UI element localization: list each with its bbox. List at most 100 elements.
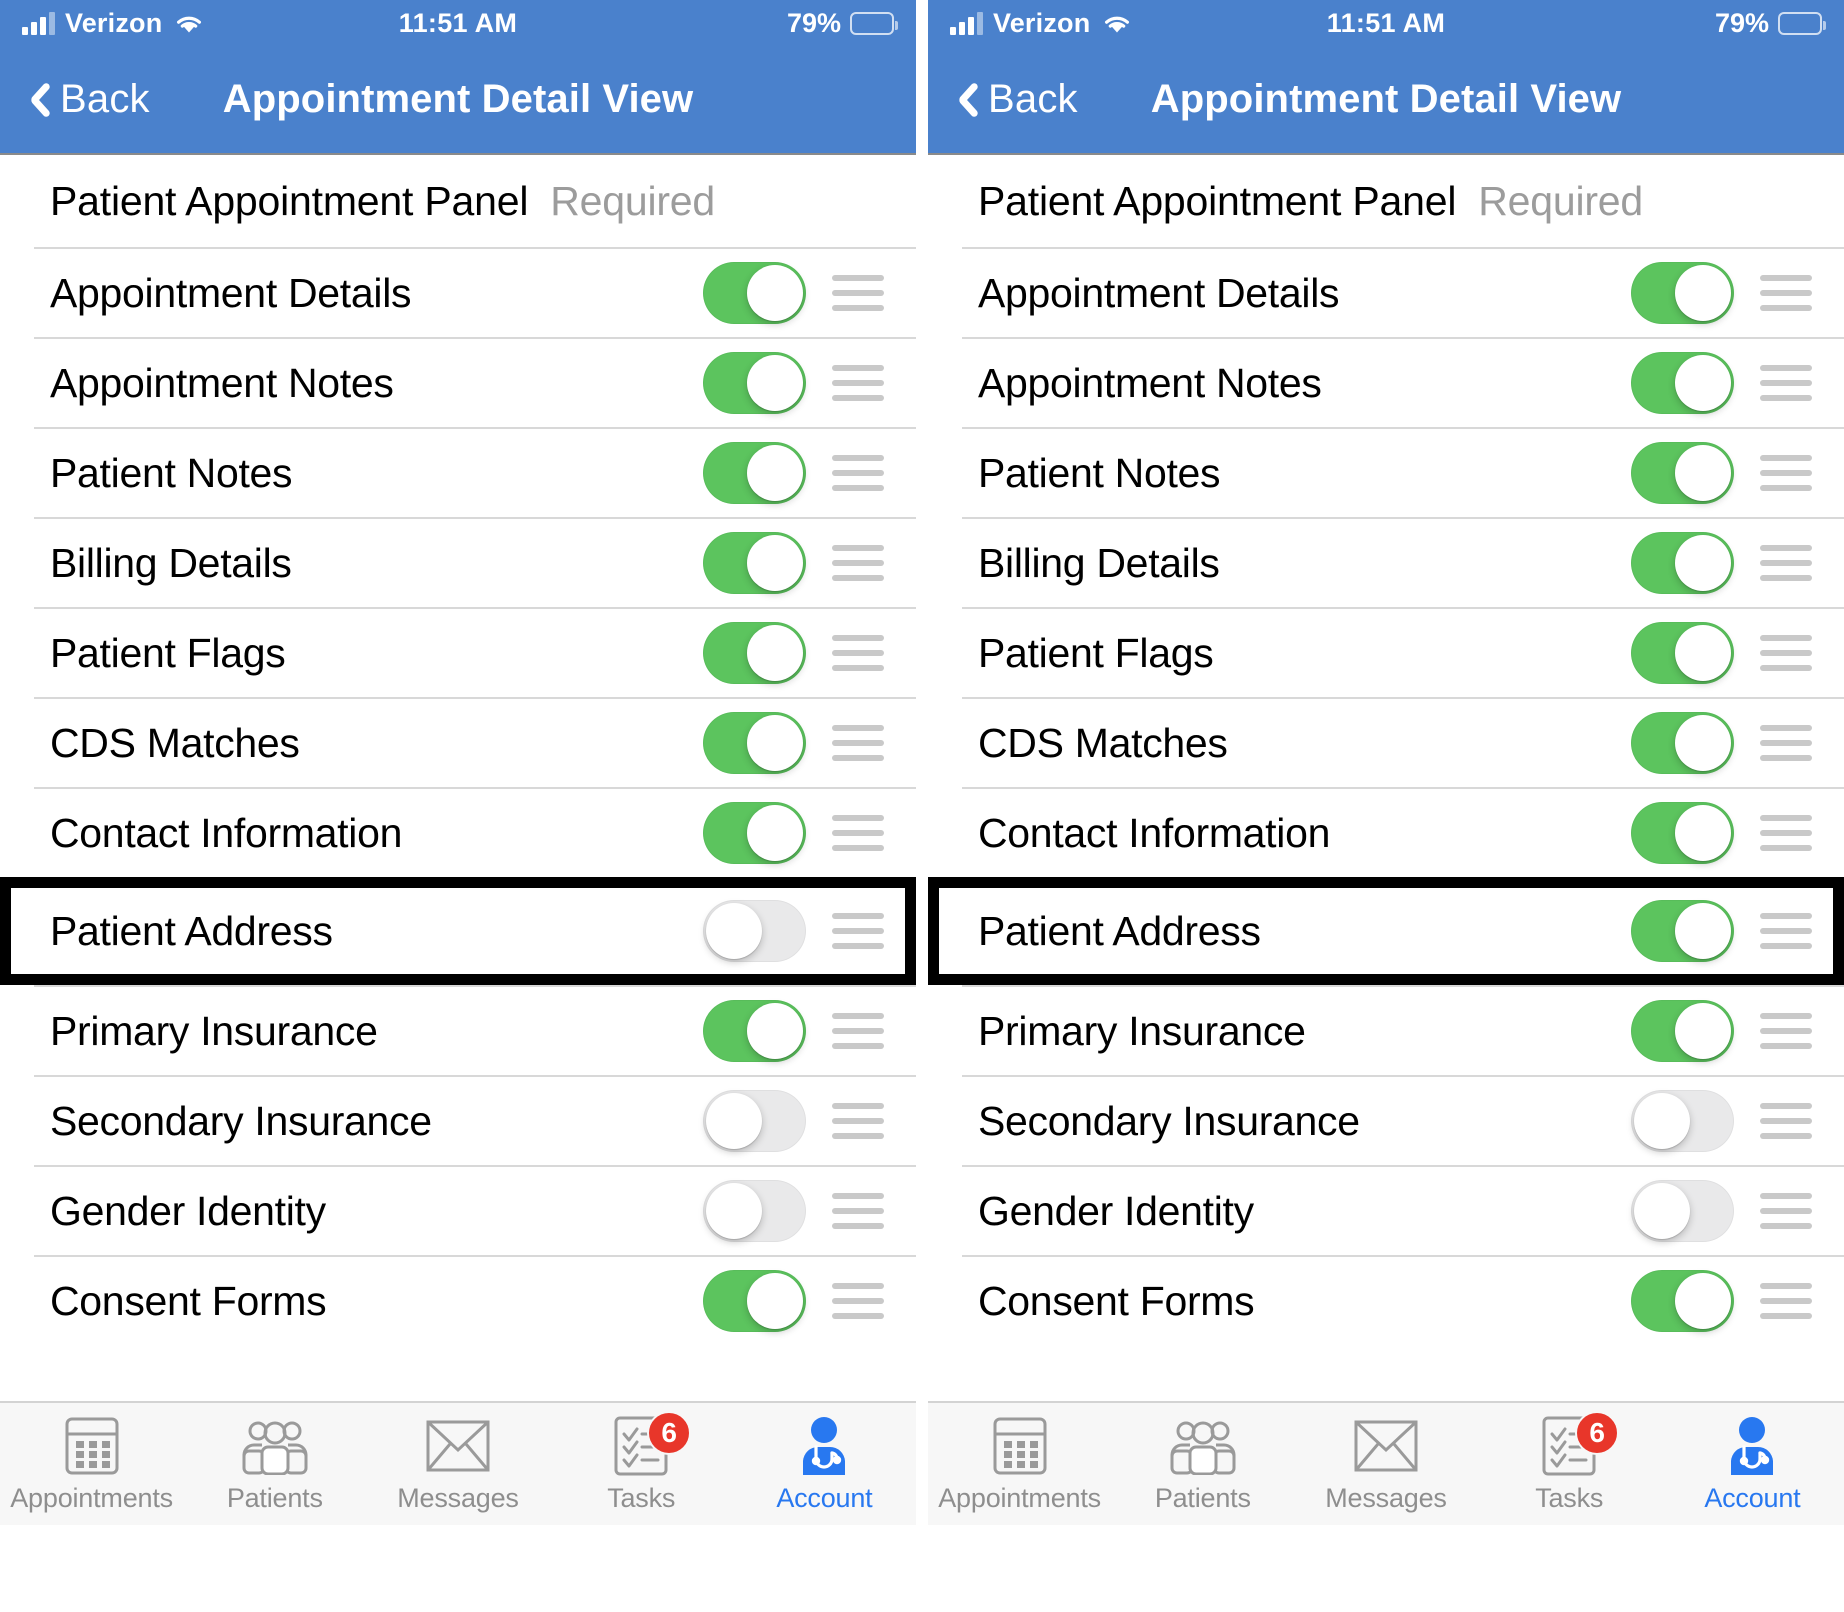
tab-account[interactable]: Account bbox=[733, 1403, 916, 1525]
setting-row-controls bbox=[1631, 532, 1812, 594]
setting-toggle[interactable] bbox=[703, 622, 806, 684]
setting-toggle[interactable] bbox=[1631, 900, 1734, 962]
setting-row[interactable]: Appointment Details bbox=[0, 247, 916, 337]
setting-row[interactable]: Consent Forms bbox=[928, 1255, 1844, 1345]
setting-row-controls bbox=[703, 1000, 884, 1062]
setting-row[interactable]: Billing Details bbox=[0, 517, 916, 607]
tab-patients[interactable]: Patients bbox=[1111, 1403, 1294, 1525]
drag-handle-icon[interactable] bbox=[832, 1193, 884, 1229]
tab-appointments[interactable]: Appointments bbox=[928, 1403, 1111, 1525]
setting-row[interactable]: Appointment Notes bbox=[0, 337, 916, 427]
setting-toggle[interactable] bbox=[1631, 532, 1734, 594]
drag-handle-icon[interactable] bbox=[832, 635, 884, 671]
drag-handle-icon[interactable] bbox=[1760, 815, 1812, 851]
setting-row-label: Patient Address bbox=[978, 907, 1261, 954]
setting-row[interactable]: Patient Notes bbox=[928, 427, 1844, 517]
setting-row[interactable]: CDS Matches bbox=[0, 697, 916, 787]
setting-toggle[interactable] bbox=[703, 900, 806, 962]
setting-toggle[interactable] bbox=[703, 262, 806, 324]
tab-tasks[interactable]: 6 Tasks bbox=[550, 1403, 733, 1525]
setting-toggle[interactable] bbox=[703, 442, 806, 504]
back-button[interactable]: Back bbox=[20, 77, 150, 122]
setting-toggle[interactable] bbox=[1631, 352, 1734, 414]
setting-row[interactable]: Gender Identity bbox=[928, 1165, 1844, 1255]
setting-row[interactable]: Primary Insurance bbox=[0, 985, 916, 1075]
setting-row[interactable]: Gender Identity bbox=[0, 1165, 916, 1255]
setting-row[interactable]: Patient Notes bbox=[0, 427, 916, 517]
drag-handle-icon[interactable] bbox=[832, 815, 884, 851]
drag-handle-icon[interactable] bbox=[832, 1283, 884, 1319]
setting-toggle[interactable] bbox=[1631, 442, 1734, 504]
tab-messages[interactable]: Messages bbox=[1294, 1403, 1477, 1525]
setting-row[interactable]: Appointment Notes bbox=[928, 337, 1844, 427]
setting-row-label: Patient Notes bbox=[50, 449, 293, 496]
setting-toggle[interactable] bbox=[703, 1270, 806, 1332]
drag-handle-icon[interactable] bbox=[1760, 545, 1812, 581]
setting-toggle[interactable] bbox=[703, 1180, 806, 1242]
tab-messages[interactable]: Messages bbox=[366, 1403, 549, 1525]
drag-handle-icon[interactable] bbox=[832, 913, 884, 949]
drag-handle-icon[interactable] bbox=[1760, 365, 1812, 401]
back-button-label: Back bbox=[60, 77, 150, 121]
battery-icon bbox=[850, 11, 898, 35]
drag-handle-icon[interactable] bbox=[832, 1013, 884, 1049]
setting-row-controls bbox=[1631, 622, 1812, 684]
drag-handle-icon[interactable] bbox=[832, 365, 884, 401]
drag-handle-icon[interactable] bbox=[1760, 1193, 1812, 1229]
drag-handle-icon[interactable] bbox=[832, 455, 884, 491]
highlighted-setting-row[interactable]: Patient Address bbox=[0, 875, 916, 985]
setting-row[interactable]: Consent Forms bbox=[0, 1255, 916, 1345]
drag-handle-icon[interactable] bbox=[1760, 275, 1812, 311]
setting-toggle[interactable] bbox=[1631, 1000, 1734, 1062]
setting-row-label: Secondary Insurance bbox=[50, 1097, 432, 1144]
tab-patients[interactable]: Patients bbox=[183, 1403, 366, 1525]
drag-handle-icon[interactable] bbox=[1760, 725, 1812, 761]
setting-row[interactable]: CDS Matches bbox=[928, 697, 1844, 787]
tab-appointments[interactable]: Appointments bbox=[0, 1403, 183, 1525]
setting-toggle[interactable] bbox=[1631, 1180, 1734, 1242]
setting-row[interactable]: Patient Flags bbox=[928, 607, 1844, 697]
setting-toggle[interactable] bbox=[1631, 262, 1734, 324]
setting-toggle[interactable] bbox=[703, 1000, 806, 1062]
setting-toggle[interactable] bbox=[1631, 802, 1734, 864]
drag-handle-icon[interactable] bbox=[832, 545, 884, 581]
setting-row[interactable]: Secondary Insurance bbox=[928, 1075, 1844, 1165]
drag-handle-icon[interactable] bbox=[1760, 455, 1812, 491]
setting-toggle[interactable] bbox=[703, 712, 806, 774]
drag-handle-icon[interactable] bbox=[1760, 635, 1812, 671]
setting-row[interactable]: Appointment Details bbox=[928, 247, 1844, 337]
drag-handle-icon[interactable] bbox=[1760, 913, 1812, 949]
drag-handle-icon[interactable] bbox=[832, 275, 884, 311]
setting-toggle[interactable] bbox=[1631, 712, 1734, 774]
highlighted-setting-row[interactable]: Patient Address bbox=[928, 875, 1844, 985]
setting-toggle[interactable] bbox=[703, 532, 806, 594]
toggle-knob bbox=[706, 903, 762, 959]
toggle-knob bbox=[747, 805, 803, 861]
setting-row[interactable]: Billing Details bbox=[928, 517, 1844, 607]
drag-handle-icon[interactable] bbox=[832, 1103, 884, 1139]
setting-row-controls bbox=[1631, 442, 1812, 504]
setting-row[interactable]: Patient Flags bbox=[0, 607, 916, 697]
tab-tasks[interactable]: 6 Tasks bbox=[1478, 1403, 1661, 1525]
setting-row[interactable]: Contact Information bbox=[0, 787, 916, 877]
toggle-knob bbox=[1675, 355, 1731, 411]
doctor-icon-svg bbox=[1731, 1417, 1774, 1475]
back-button[interactable]: Back bbox=[948, 77, 1078, 122]
setting-toggle[interactable] bbox=[1631, 622, 1734, 684]
setting-toggle[interactable] bbox=[703, 1090, 806, 1152]
drag-handle-icon[interactable] bbox=[1760, 1283, 1812, 1319]
setting-row[interactable]: Secondary Insurance bbox=[0, 1075, 916, 1165]
drag-handle-icon[interactable] bbox=[1760, 1013, 1812, 1049]
setting-row[interactable]: Primary Insurance bbox=[928, 985, 1844, 1075]
drag-handle-icon[interactable] bbox=[832, 725, 884, 761]
setting-toggle[interactable] bbox=[703, 802, 806, 864]
tab-label: Appointments bbox=[10, 1483, 173, 1513]
setting-row[interactable]: Contact Information bbox=[928, 787, 1844, 877]
setting-toggle[interactable] bbox=[1631, 1270, 1734, 1332]
drag-handle-icon[interactable] bbox=[1760, 1103, 1812, 1139]
status-left: Verizon bbox=[22, 8, 202, 39]
tab-account[interactable]: Account bbox=[1661, 1403, 1844, 1525]
tab-badge: 6 bbox=[647, 1411, 692, 1455]
setting-toggle[interactable] bbox=[1631, 1090, 1734, 1152]
setting-toggle[interactable] bbox=[703, 352, 806, 414]
